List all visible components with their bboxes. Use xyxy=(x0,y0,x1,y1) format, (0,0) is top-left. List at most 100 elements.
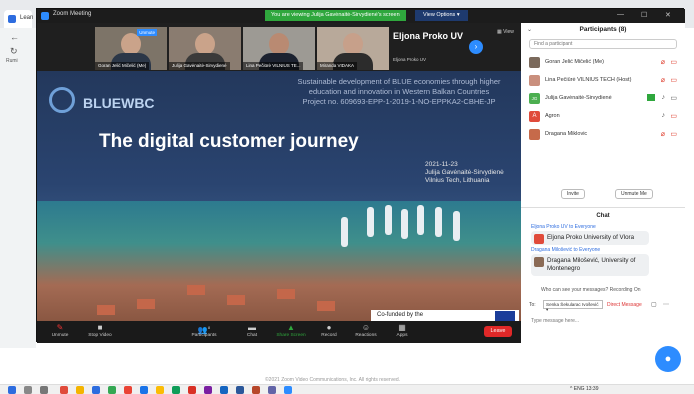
video-off-icon[interactable]: ▭ xyxy=(670,130,677,138)
video-off-icon[interactable]: ▭ xyxy=(670,58,677,66)
invite-button[interactable]: Invite xyxy=(561,189,585,199)
taskbar-app-icon[interactable] xyxy=(60,386,68,394)
boat xyxy=(453,211,460,241)
taskbar-app-icon[interactable] xyxy=(140,386,148,394)
search-icon[interactable] xyxy=(24,386,32,394)
taskbar-app-icon[interactable] xyxy=(124,386,132,394)
video-icon[interactable]: ▭ xyxy=(670,94,677,102)
mic-icon[interactable]: ♪ xyxy=(662,112,666,119)
video-off-icon[interactable]: ▭ xyxy=(670,76,677,84)
video-tile[interactable]: Julija Gavėnaitė-Sirvydienė xyxy=(169,27,241,70)
chat-button[interactable]: ▬ Chat xyxy=(237,322,267,338)
name-tile-label: Eljona Proko UV xyxy=(393,31,464,41)
divider xyxy=(521,207,685,208)
slide-title: The digital customer journey xyxy=(99,131,359,152)
bookmark-item[interactable]: Rumi xyxy=(6,58,18,64)
participants-icon: 👥8 xyxy=(197,325,211,335)
next-page-button[interactable]: › xyxy=(469,40,483,54)
chat-title: Chat xyxy=(596,213,610,219)
reactions-icon: ☺ xyxy=(361,323,371,332)
more-icon[interactable]: ⋯ xyxy=(663,301,669,308)
taskbar-app-icon[interactable] xyxy=(220,386,228,394)
roof xyxy=(137,299,155,309)
meta-line: Vilnius Tech, Lithuania xyxy=(425,177,490,184)
chat-bubble-fab-icon[interactable]: ● xyxy=(655,346,681,372)
view-options-button[interactable]: View Options ▾ xyxy=(415,10,468,21)
taskbar-app-icon[interactable] xyxy=(236,386,244,394)
participant-row[interactable]: Dragana Miklovic ⌀ ▭ xyxy=(529,127,679,143)
project-line: education and innovation in Western Balk… xyxy=(308,87,490,96)
apps-button[interactable]: ▦ Apps xyxy=(389,322,415,338)
video-name: Lina Pečiūrė VILNIUS TE... xyxy=(243,62,304,70)
record-button[interactable]: ● Record xyxy=(315,322,343,338)
start-icon[interactable] xyxy=(8,386,16,394)
back-arrow-icon[interactable]: ← xyxy=(10,32,19,42)
leave-button[interactable]: Leave xyxy=(484,326,512,337)
mic-icon[interactable]: ♪ xyxy=(662,94,666,101)
mic-muted-icon[interactable]: ⌀ xyxy=(661,58,665,66)
toolbar-label: Share Screen xyxy=(276,333,306,338)
system-tray[interactable]: ^ ENG 13:39 xyxy=(570,386,598,392)
participant-row[interactable]: Lina Pečiūrė VILNIUS TECH (Host) ⌀ ▭ xyxy=(529,73,679,89)
participant-name: Goran Jelić Mičelić (Me) xyxy=(545,59,604,65)
taskbar-app-icon[interactable] xyxy=(76,386,84,394)
person-head xyxy=(195,33,215,55)
roof xyxy=(227,295,245,305)
project-line: Project no. 609693-EPP-1-2019-1-NO-EPPKA… xyxy=(302,97,496,106)
view-button[interactable]: ▦ View xyxy=(497,29,514,35)
taskbar-app-icon[interactable] xyxy=(172,386,180,394)
participant-row[interactable]: A Agron ♪ ▭ xyxy=(529,109,679,125)
video-tile[interactable]: Unmute Goran Jelić Mičelić (Me) xyxy=(95,27,167,70)
video-camera-icon: ■ xyxy=(97,323,103,332)
taskbar-app-icon[interactable] xyxy=(188,386,196,394)
taskbar-app-icon[interactable] xyxy=(252,386,260,394)
boat xyxy=(385,205,392,235)
participants-button[interactable]: 👥8 Participants xyxy=(187,322,221,338)
task-view-icon[interactable] xyxy=(40,386,48,394)
share-screen-button[interactable]: ▲ Share Screen xyxy=(273,322,309,338)
browser-tab[interactable]: Lean xyxy=(4,10,33,28)
video-off-icon[interactable]: ▭ xyxy=(670,112,677,120)
share-screen-icon: ▲ xyxy=(287,323,295,332)
maximize-icon[interactable]: ☐ xyxy=(641,11,647,19)
taskbar-app-icon[interactable] xyxy=(92,386,100,394)
taskbar-app-icon[interactable] xyxy=(156,386,164,394)
eu-flag-icon xyxy=(495,311,515,321)
minimize-icon[interactable]: — xyxy=(617,11,624,18)
zoom-logo-icon xyxy=(41,12,49,20)
reactions-button[interactable]: ☺ Reactions xyxy=(351,322,381,338)
zoom-taskbar-icon[interactable] xyxy=(284,386,292,394)
participant-row[interactable]: JG Julija Gavėnaitė-Sirvydienė ♪ ▭ xyxy=(529,91,679,107)
unmute-chip[interactable]: Unmute xyxy=(137,29,157,36)
boat xyxy=(367,207,374,237)
file-icon[interactable]: ▢ xyxy=(651,301,657,308)
recipient-select[interactable]: Senka Šekularac Ivošević ▾ xyxy=(543,300,603,312)
stop-video-button[interactable]: ■ Stop Video xyxy=(83,322,117,338)
participant-search-input[interactable] xyxy=(529,39,677,49)
mic-muted-icon[interactable]: ⌀ xyxy=(661,130,665,138)
participant-row[interactable]: Goran Jelić Mičelić (Me) ⌀ ▭ xyxy=(529,55,679,71)
taskbar-app-icon[interactable] xyxy=(108,386,116,394)
roof xyxy=(97,305,115,315)
microphone-muted-icon: ✎ xyxy=(56,323,64,332)
video-tile[interactable]: Miranda VIDAKA xyxy=(317,27,389,70)
video-tile[interactable]: Lina Pečiūrė VILNIUS TE... xyxy=(243,27,315,70)
boat xyxy=(435,207,442,237)
close-icon[interactable]: ✕ xyxy=(665,11,671,19)
taskbar-app-icon[interactable] xyxy=(204,386,212,394)
participants-count: 8 xyxy=(207,325,211,330)
record-icon: ● xyxy=(326,323,332,332)
roof xyxy=(317,301,335,311)
mic-muted-icon[interactable]: ⌀ xyxy=(661,76,665,84)
avatar xyxy=(529,75,540,86)
video-name: Julija Gavėnaitė-Sirvydienė xyxy=(169,62,230,70)
chat-message-input[interactable] xyxy=(529,315,679,327)
video-name: Miranda VIDAKA xyxy=(317,62,358,70)
chat-text: Dragana Milošević, University of Montene… xyxy=(547,257,636,272)
taskbar-app-icon[interactable] xyxy=(268,386,276,394)
refresh-icon[interactable]: ↻ xyxy=(10,46,18,57)
unmute-button[interactable]: ✎ Unmute xyxy=(45,322,75,338)
unmute-me-button[interactable]: Unmute Me xyxy=(615,189,653,199)
who-can-see-link[interactable]: Who can see your messages? Recording On xyxy=(541,287,641,293)
meeting-toolbar: ✎ Unmute ■ Stop Video 👥8 Participants ▬ … xyxy=(37,321,521,343)
